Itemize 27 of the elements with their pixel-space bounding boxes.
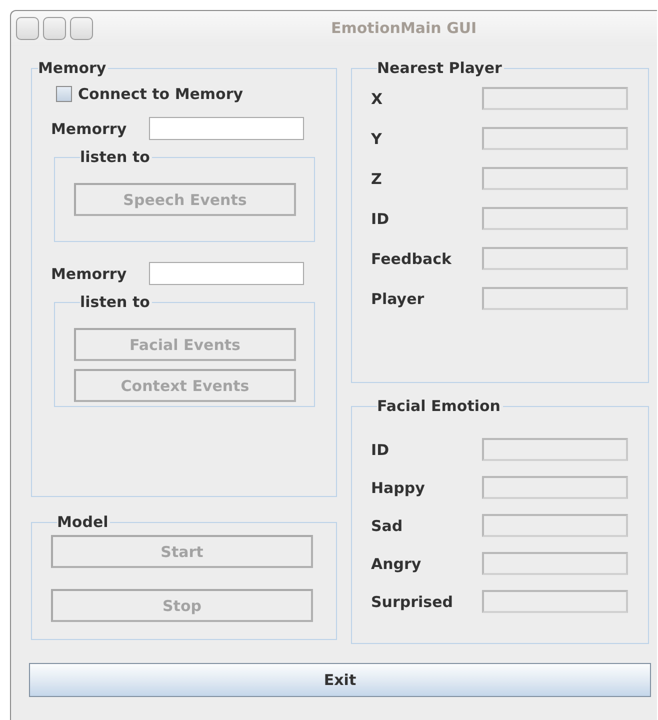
panel-title: Model (57, 513, 110, 531)
window-control-button[interactable] (43, 17, 66, 40)
field-label: Player (371, 290, 426, 308)
panel-title: listen to (80, 293, 151, 311)
field-label: Sad (371, 516, 404, 534)
window-control-button[interactable] (16, 17, 39, 40)
window-title: EmotionMain GUI (331, 19, 477, 37)
field-label: Y (371, 130, 383, 148)
field-label: Memorry (51, 264, 128, 282)
input-field[interactable] (149, 117, 304, 140)
field-label: Memorry (51, 120, 128, 138)
field-label: Surprised (371, 592, 454, 610)
panel-title: Facial Emotion (377, 397, 502, 415)
field-label: Happy (371, 478, 426, 496)
field-label: ID (371, 210, 390, 228)
field-label: Z (371, 170, 383, 188)
panel-title: listen to (80, 148, 151, 166)
button[interactable]: Exit (29, 663, 651, 697)
checkbox[interactable]: Connect to Memory (56, 85, 244, 103)
field-label: Angry (371, 554, 422, 572)
field-label: Feedback (371, 250, 452, 268)
panel-title: Nearest Player (377, 59, 503, 77)
field-label: ID (371, 440, 390, 458)
input-field[interactable] (149, 262, 304, 285)
panel-title: Memory (38, 59, 108, 77)
window-control-button[interactable] (70, 17, 93, 40)
field-label: X (371, 90, 384, 108)
